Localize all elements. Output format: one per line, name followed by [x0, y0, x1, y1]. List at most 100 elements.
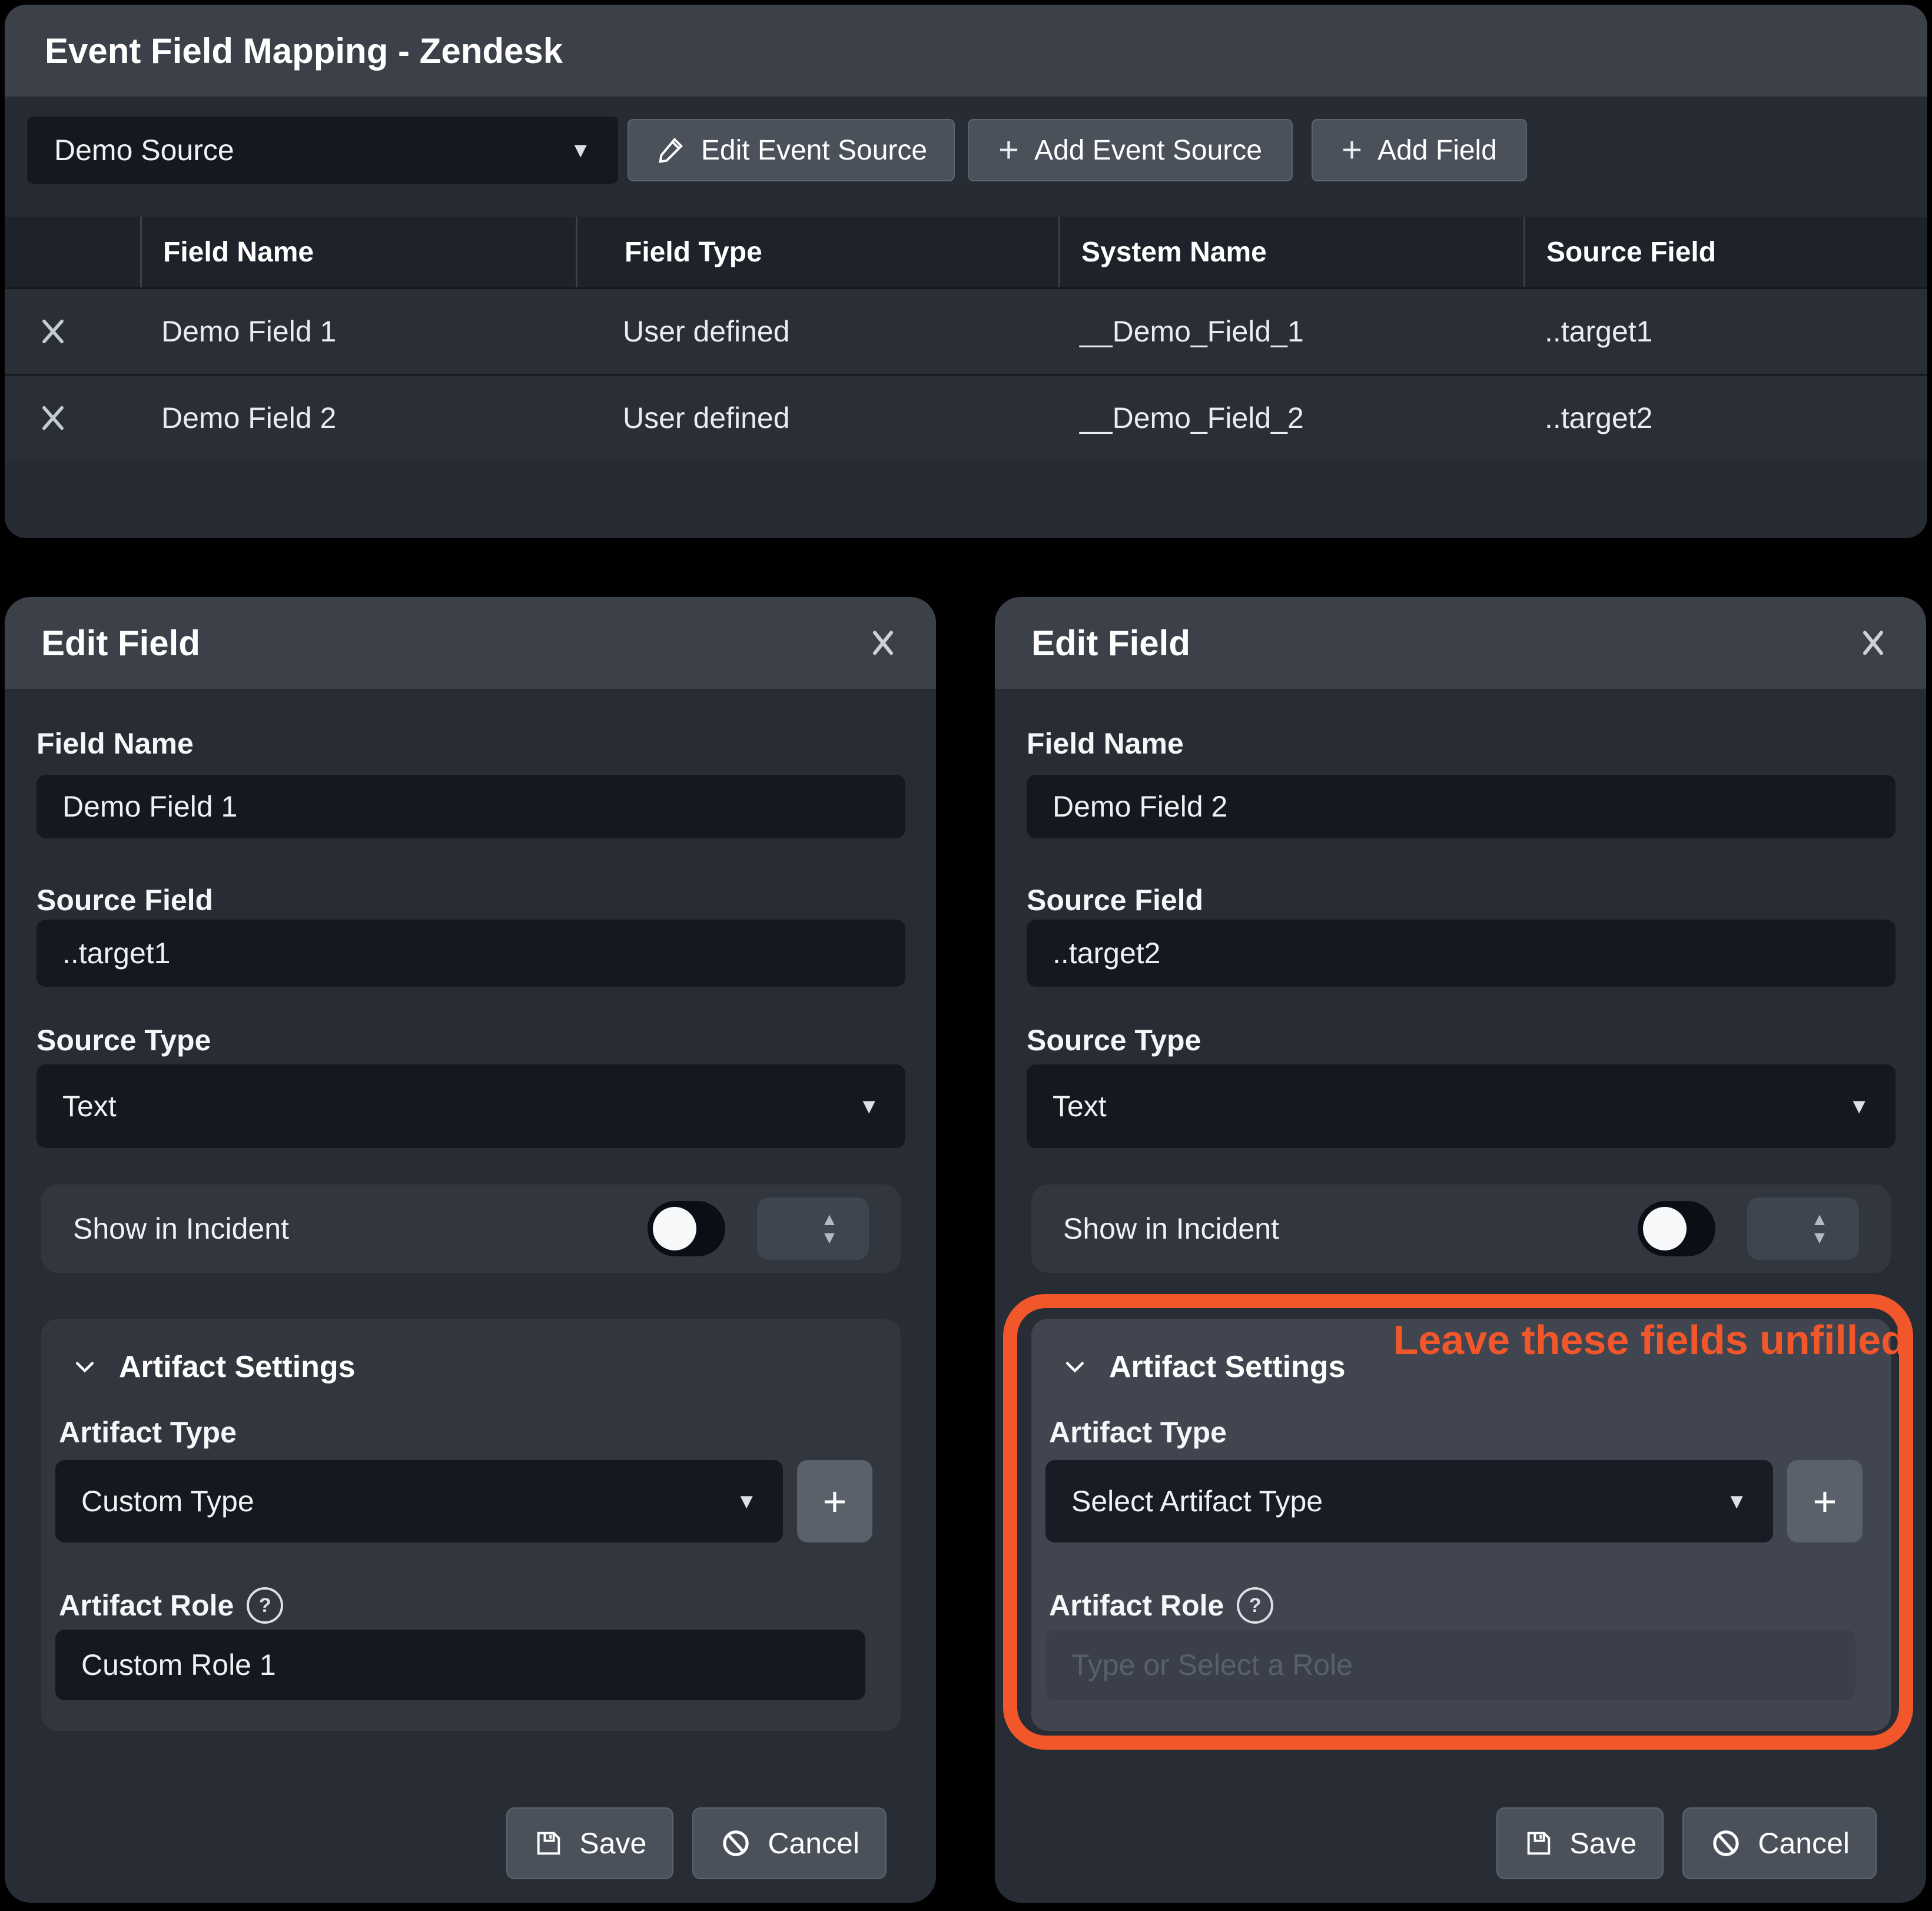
table-header-system-name: System Name	[1058, 217, 1523, 287]
cancel-icon	[1709, 1827, 1742, 1860]
artifact-settings-header[interactable]: Artifact Settings	[72, 1349, 356, 1385]
stepper-up-icon: ▲	[821, 1210, 838, 1229]
chevron-down-icon: ▼	[1726, 1489, 1747, 1514]
cell-system-name: __Demo_Field_1	[1058, 289, 1523, 374]
cancel-label: Cancel	[1758, 1826, 1850, 1860]
delete-row-icon[interactable]	[38, 316, 68, 347]
source-field-label: Source Field	[1027, 883, 1203, 917]
source-field-label: Source Field	[36, 883, 213, 917]
artifact-type-select[interactable]: Custom Type ▼	[55, 1460, 783, 1542]
show-in-incident-row: Show in Incident ▲ ▼	[1031, 1185, 1891, 1273]
cancel-button[interactable]: Cancel	[1682, 1807, 1877, 1879]
save-label: Save	[579, 1826, 646, 1860]
show-in-incident-row: Show in Incident ▲ ▼	[41, 1185, 901, 1273]
show-in-incident-toggle[interactable]	[1638, 1201, 1715, 1256]
chevron-down-icon: ▼	[1848, 1094, 1870, 1119]
plus-icon: +	[823, 1478, 847, 1525]
cell-source-field: ..target2	[1523, 376, 1927, 460]
window-title-bar: Event Field Mapping - Zendesk	[5, 5, 1927, 97]
toggle-knob	[653, 1207, 696, 1250]
add-event-source-label: Add Event Source	[1034, 134, 1262, 167]
close-icon[interactable]	[867, 626, 899, 659]
delete-row-icon[interactable]	[38, 403, 68, 433]
artifact-type-label: Artifact Type	[1049, 1415, 1227, 1449]
plus-icon: +	[1813, 1478, 1837, 1525]
save-icon	[1523, 1828, 1554, 1859]
source-field-input[interactable]	[36, 920, 905, 987]
chevron-down-icon: ▼	[570, 138, 591, 162]
add-artifact-type-button[interactable]: +	[1787, 1460, 1863, 1542]
save-label: Save	[1569, 1826, 1636, 1860]
incident-order-stepper[interactable]: ▲ ▼	[1747, 1197, 1859, 1260]
add-artifact-type-button[interactable]: +	[797, 1460, 872, 1542]
source-type-label: Source Type	[36, 1023, 211, 1057]
close-icon[interactable]	[1857, 626, 1890, 659]
save-button[interactable]: Save	[1496, 1807, 1664, 1879]
add-event-source-button[interactable]: + Add Event Source	[968, 119, 1293, 181]
edit-event-source-button[interactable]: Edit Event Source	[628, 119, 955, 181]
artifact-settings-header[interactable]: Artifact Settings	[1062, 1349, 1346, 1385]
table-header-row: Field Name Field Type System Name Source…	[5, 217, 1927, 287]
add-field-button[interactable]: + Add Field	[1312, 119, 1527, 181]
artifact-role-label: Artifact Role ?	[59, 1587, 283, 1624]
edit-field-dialog-1: Edit Field Field Name Source Field Sourc…	[5, 597, 936, 1903]
pencil-icon	[655, 135, 686, 165]
chevron-down-icon	[72, 1354, 98, 1380]
field-name-input[interactable]	[1027, 775, 1896, 838]
source-type-select[interactable]: Text ▼	[36, 1064, 905, 1148]
dialog-header: Edit Field	[5, 597, 936, 689]
edit-event-source-label: Edit Event Source	[701, 134, 927, 167]
field-mapping-table: Field Name Field Type System Name Source…	[5, 217, 1927, 460]
incident-order-stepper[interactable]: ▲ ▼	[757, 1197, 869, 1260]
field-name-input[interactable]	[36, 775, 905, 838]
source-field-input[interactable]	[1027, 920, 1896, 987]
source-type-label: Source Type	[1027, 1023, 1201, 1057]
artifact-settings-label: Artifact Settings	[119, 1349, 356, 1385]
edit-field-dialog-2: Edit Field Field Name Source Field Sourc…	[995, 597, 1926, 1903]
artifact-settings-section: Artifact Settings Artifact Type Select A…	[1031, 1319, 1891, 1731]
event-field-mapping-window: Event Field Mapping - Zendesk Demo Sourc…	[5, 5, 1927, 538]
artifact-settings-section: Artifact Settings Artifact Type Custom T…	[41, 1319, 901, 1731]
save-button[interactable]: Save	[506, 1807, 673, 1879]
table-header-field-name: Field Name	[140, 217, 576, 287]
artifact-type-select[interactable]: Select Artifact Type ▼	[1045, 1460, 1773, 1542]
cell-field-name: Demo Field 1	[140, 289, 576, 374]
artifact-role-label: Artifact Role ?	[1049, 1587, 1273, 1624]
table-header-delete	[5, 217, 140, 287]
artifact-role-input[interactable]	[55, 1630, 865, 1700]
chevron-down-icon: ▼	[736, 1489, 757, 1514]
table-header-source-field: Source Field	[1523, 217, 1927, 287]
cancel-button[interactable]: Cancel	[692, 1807, 887, 1879]
stepper-down-icon: ▼	[821, 1229, 838, 1247]
add-field-label: Add Field	[1377, 134, 1497, 167]
show-in-incident-label: Show in Incident	[1063, 1212, 1279, 1246]
cell-field-type: User defined	[576, 289, 1058, 374]
dialog-title: Edit Field	[1031, 623, 1190, 663]
dialog-title: Edit Field	[41, 623, 200, 663]
table-row[interactable]: Demo Field 2 User defined __Demo_Field_2…	[5, 374, 1927, 460]
table-header-field-type: Field Type	[576, 217, 1058, 287]
window-title: Event Field Mapping - Zendesk	[45, 31, 563, 71]
field-name-label: Field Name	[36, 726, 194, 761]
table-row[interactable]: Demo Field 1 User defined __Demo_Field_1…	[5, 287, 1927, 374]
annotation-text: Leave these fields unfilled	[1393, 1316, 1906, 1363]
stepper-down-icon: ▼	[1811, 1229, 1828, 1247]
source-type-value: Text	[62, 1089, 117, 1123]
artifact-type-value: Custom Type	[81, 1484, 254, 1518]
event-source-select[interactable]: Demo Source ▼	[27, 117, 618, 184]
cancel-icon	[719, 1827, 752, 1860]
dialog-header: Edit Field	[995, 597, 1926, 689]
stepper-up-icon: ▲	[1811, 1210, 1828, 1229]
help-icon[interactable]: ?	[1237, 1587, 1273, 1624]
source-type-select[interactable]: Text ▼	[1027, 1064, 1896, 1148]
cell-field-type: User defined	[576, 376, 1058, 460]
field-name-label: Field Name	[1027, 726, 1184, 761]
cancel-label: Cancel	[768, 1826, 859, 1860]
event-source-select-value: Demo Source	[54, 133, 234, 167]
show-in-incident-toggle[interactable]	[648, 1201, 725, 1256]
cell-source-field: ..target1	[1523, 289, 1927, 374]
artifact-role-input[interactable]	[1045, 1630, 1855, 1700]
artifact-type-value: Select Artifact Type	[1071, 1484, 1323, 1518]
chevron-down-icon	[1062, 1354, 1088, 1380]
help-icon[interactable]: ?	[247, 1587, 283, 1624]
